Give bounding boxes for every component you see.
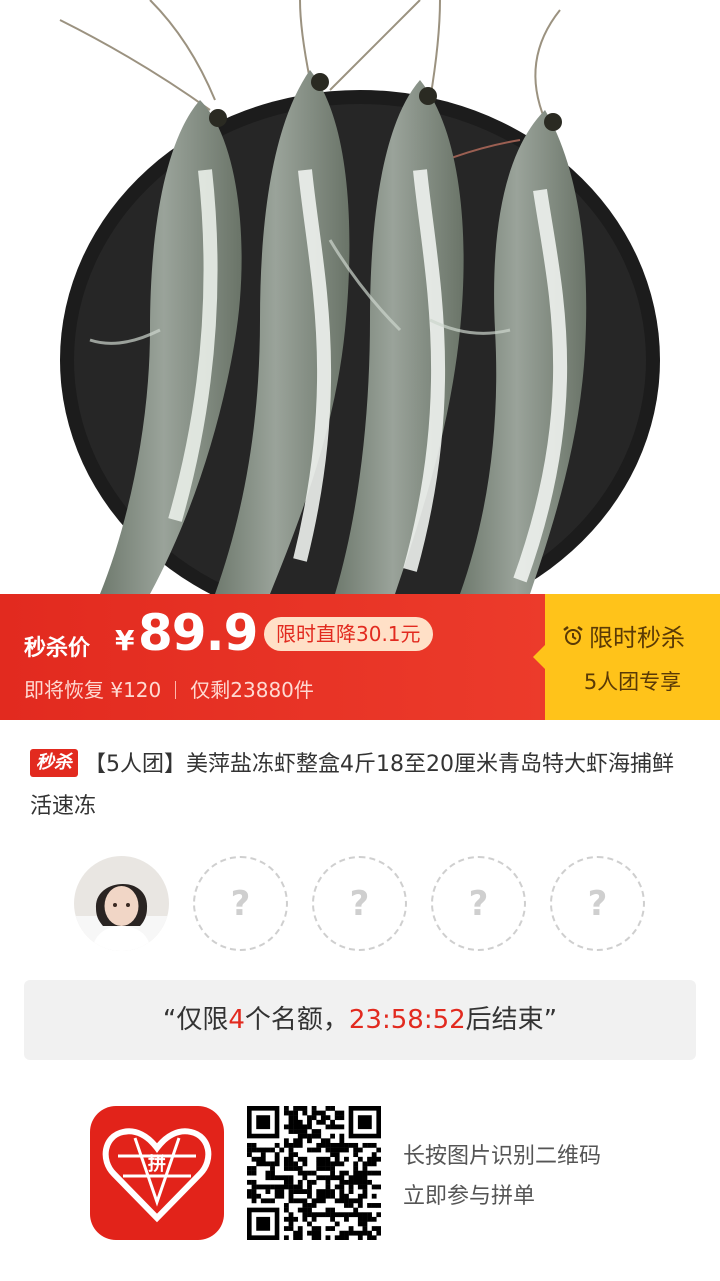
seckill-price-label: 秒杀价 [24,636,91,661]
quota-count: 4 [228,1005,245,1035]
flash-sale-title: 限时秒杀 [589,624,685,652]
app-logo-icon: 拼 [102,1128,212,1223]
logo-glyph: 拼 [148,1153,166,1175]
group-members: ? ? ? ? [74,856,645,952]
shrimp-photo [0,0,720,594]
product-image[interactable] [0,0,720,594]
qr-code[interactable] [247,1106,382,1241]
restore-stock-row: 即将恢复 ¥120 仅剩23880件 [24,674,314,703]
qr-code-icon [247,1106,382,1241]
quota-prefix: “仅限 [162,1005,229,1035]
product-title: 秒杀 【5人团】美萍盐冻虾整盒4斤18至20厘米青岛特大虾海捕鲜活速冻 [30,744,690,828]
empty-member-slot[interactable]: ? [193,856,288,951]
price-drop-badge: 限时直降30.1元 [264,617,433,651]
restore-price-text: 即将恢复 ¥120 [24,678,162,702]
avatar[interactable] [74,856,169,951]
empty-member-slot[interactable]: ? [312,856,407,951]
price-bar: 秒杀价 ¥ 89.9 限时直降30.1元 即将恢复 ¥120 仅剩23880件 限… [0,594,720,720]
currency-symbol: ¥ [115,624,135,657]
quota-suffix: 后结束” [465,1005,558,1035]
countdown-timer: 23:58:52 [348,1005,466,1035]
qr-hint-line2: 立即参与拼单 [403,1184,536,1209]
stock-remaining-text: 仅剩23880件 [190,678,314,702]
alarm-clock-icon [563,626,583,645]
price-section: 秒杀价 ¥ 89.9 限时直降30.1元 即将恢复 ¥120 仅剩23880件 [0,594,545,720]
qr-hint-line1: 长按图片识别二维码 [403,1144,602,1169]
current-price: 89.9 [138,604,258,662]
product-title-text: 【5人团】美萍盐冻虾整盒4斤18至20厘米青岛特大虾海捕鲜活速冻 [30,752,674,819]
seckill-tag: 秒杀 [30,749,78,777]
empty-member-slot[interactable]: ? [550,856,645,951]
group-exclusive-label: 5人团专享 [583,670,682,694]
quota-middle: 个名额， [244,1005,349,1035]
flash-sale-panel: 限时秒杀 5人团专享 [533,594,720,720]
divider [175,681,177,699]
empty-member-slot[interactable]: ? [431,856,526,951]
pinduoduo-logo: 拼 [90,1106,224,1240]
quota-countdown-box: “仅限4个名额，23:58:52后结束” [24,980,696,1060]
user-avatar-photo [74,856,169,951]
